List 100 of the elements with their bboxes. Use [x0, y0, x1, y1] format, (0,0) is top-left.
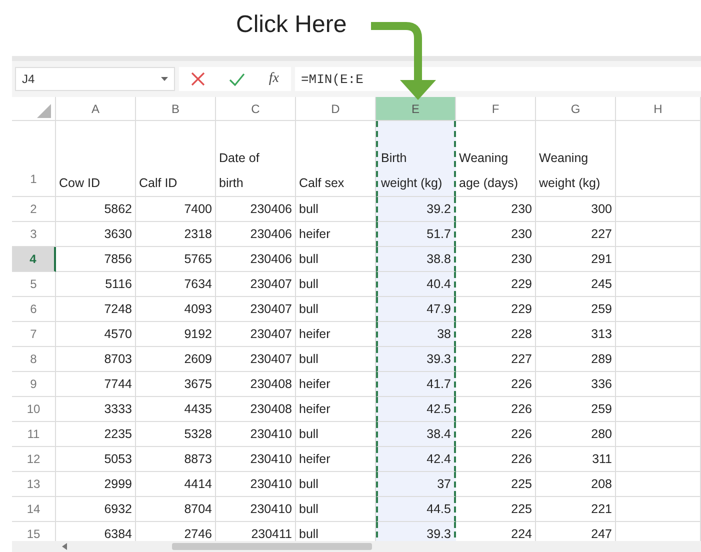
row-header[interactable]: 2 [12, 197, 56, 222]
empty-cell[interactable] [616, 247, 701, 272]
table-cell: 5862 [104, 202, 132, 216]
table-cell: 230 [511, 227, 532, 241]
row-header[interactable]: 11 [12, 422, 56, 447]
empty-cell[interactable] [616, 272, 701, 297]
table-cell: 8873 [184, 452, 212, 466]
table-cell: 230408 [250, 402, 292, 416]
column-header[interactable]: F [456, 97, 536, 121]
table-cell: 230 [511, 252, 532, 266]
table-cell: 44.5 [426, 502, 451, 516]
table-cell: 5116 [105, 277, 132, 291]
column-header[interactable]: E [376, 97, 456, 121]
empty-cell[interactable] [616, 121, 701, 197]
table-cell: 42.5 [426, 402, 451, 416]
empty-cell[interactable] [616, 397, 701, 422]
cancel-icon[interactable] [190, 72, 205, 86]
column-header[interactable]: C [216, 97, 296, 121]
table-cell: 230408 [250, 377, 292, 391]
callout-text: Click Here [236, 11, 347, 39]
arrow-icon [371, 22, 436, 100]
table-cell: 40.4 [426, 277, 451, 291]
row-header[interactable]: 13 [12, 472, 56, 497]
table-cell: 226 [511, 452, 532, 466]
empty-cell[interactable] [616, 297, 701, 322]
table-cell: 226 [511, 377, 532, 391]
table-cell: 313 [591, 327, 612, 341]
empty-cell[interactable] [616, 322, 701, 347]
empty-cell[interactable] [616, 447, 701, 472]
row-header[interactable]: 8 [12, 347, 56, 372]
row-header[interactable]: 6 [12, 297, 56, 322]
table-cell: 3630 [104, 227, 132, 241]
empty-cell[interactable] [616, 197, 701, 222]
dropdown-caret-icon[interactable] [161, 77, 168, 81]
empty-cell[interactable] [616, 497, 701, 522]
column-heading: Weaning age (days) [459, 150, 520, 192]
scroll-left-icon[interactable] [62, 543, 67, 550]
table-cell: 39.3 [426, 352, 451, 366]
table-cell: 38 [437, 327, 451, 341]
column-header[interactable]: A [56, 97, 136, 121]
table-cell: 9192 [184, 327, 212, 341]
empty-cell[interactable] [616, 422, 701, 447]
table-cell: 229 [511, 302, 532, 316]
table-cell: 39.3 [426, 527, 451, 541]
column-header[interactable]: H [616, 97, 701, 121]
empty-cell[interactable] [616, 347, 701, 372]
table-cell: 245 [591, 277, 612, 291]
table-cell: 230410 [250, 477, 292, 491]
table-cell: 2999 [104, 477, 132, 491]
formula-field[interactable]: =MIN(E:E [295, 67, 701, 91]
table-cell: 7634 [184, 277, 212, 291]
row-header[interactable]: 4 [12, 247, 56, 272]
table-cell: 259 [591, 302, 612, 316]
empty-cell[interactable] [616, 222, 701, 247]
insert-function-button[interactable]: fx [268, 71, 279, 87]
scrollbar-thumb[interactable] [172, 543, 372, 550]
table-cell: 7400 [184, 202, 212, 216]
table-cell: 4570 [104, 327, 132, 341]
table-cell: 230 [511, 202, 532, 216]
name-box[interactable]: J4 [15, 67, 175, 91]
column-header[interactable]: D [296, 97, 376, 121]
check-icon[interactable] [228, 72, 245, 86]
table-cell: 5328 [184, 427, 212, 441]
empty-cell[interactable] [616, 472, 701, 497]
empty-cell[interactable] [616, 372, 701, 397]
row-header[interactable]: 3 [12, 222, 56, 247]
table-cell: 259 [591, 402, 612, 416]
table-cell: heifer [299, 377, 330, 391]
column-heading: Weaning weight (kg) [539, 150, 601, 192]
table-cell: 289 [591, 352, 612, 366]
row-header[interactable]: 12 [12, 447, 56, 472]
table-cell: 41.7 [426, 377, 451, 391]
column-header[interactable]: B [136, 97, 216, 121]
table-cell: 2609 [184, 352, 212, 366]
table-cell: 311 [592, 452, 612, 466]
table-cell: bull [299, 302, 318, 316]
row-header[interactable]: 10 [12, 397, 56, 422]
table-cell: 4435 [184, 402, 212, 416]
table-cell: 230410 [250, 427, 292, 441]
row-header[interactable]: 9 [12, 372, 56, 397]
table-cell: 229 [511, 277, 532, 291]
row-header[interactable]: 14 [12, 497, 56, 522]
row-header[interactable]: 1 [12, 121, 56, 197]
table-cell: 230406 [250, 252, 292, 266]
column-heading: Cow ID [59, 175, 100, 192]
column-header[interactable]: G [536, 97, 616, 121]
row-header[interactable]: 5 [12, 272, 56, 297]
column-heading: Calf ID [139, 175, 178, 192]
table-cell: 8704 [184, 502, 212, 516]
table-cell: 230407 [250, 277, 292, 291]
select-all-icon[interactable] [37, 104, 51, 118]
table-cell: 230411 [251, 527, 292, 541]
table-cell: 6384 [104, 527, 132, 541]
table-cell: bull [299, 477, 318, 491]
table-cell: bull [299, 502, 318, 516]
table-cell: 280 [591, 427, 612, 441]
table-cell: 225 [511, 477, 532, 491]
row-header[interactable]: 7 [12, 322, 56, 347]
table-cell: 227 [511, 352, 532, 366]
table-cell: 38.8 [426, 252, 451, 266]
